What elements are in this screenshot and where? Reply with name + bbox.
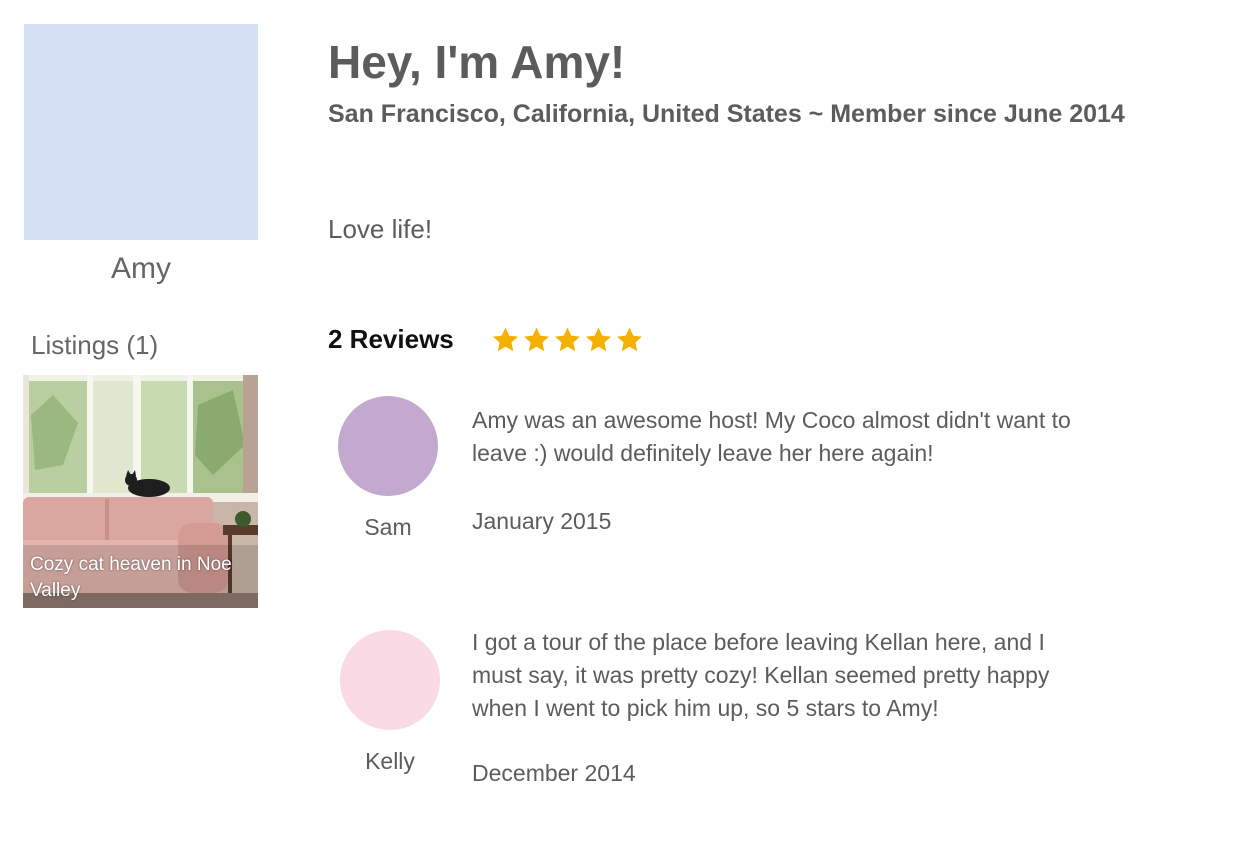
star-icon [524, 327, 549, 352]
reviewer-name[interactable]: Kelly [330, 746, 450, 776]
star-icon [586, 327, 611, 352]
star-icon [493, 327, 518, 352]
reviewer-avatar[interactable] [338, 396, 438, 496]
review-item: Kelly I got a tour of the place before l… [328, 626, 1228, 796]
listings-heading: Listings (1) [31, 330, 159, 360]
listing-card[interactable]: Cozy cat heaven in Noe Valley [23, 375, 258, 608]
star-icon [617, 327, 642, 352]
listing-title: Cozy cat heaven in Noe Valley [30, 554, 232, 601]
review-date: December 2014 [472, 760, 636, 786]
reviewer-avatar[interactable] [340, 630, 440, 730]
profile-photo [24, 24, 258, 240]
page-title: Hey, I'm Amy! [328, 36, 626, 88]
star-icon [555, 327, 580, 352]
host-name: Amy [111, 252, 171, 285]
bio-text: Love life! [328, 214, 433, 244]
review-text: I got a tour of the place before leaving… [472, 629, 1050, 721]
location-membership: San Francisco, California, United States… [328, 100, 1125, 128]
reviews-heading: 2 Reviews [328, 324, 454, 354]
rating-stars [491, 325, 644, 357]
review-date: January 2015 [472, 508, 612, 534]
review-text: Amy was an awesome host! My Coco almost … [472, 407, 1071, 466]
review-item: Sam Amy was an awesome host! My Coco alm… [328, 396, 1228, 556]
reviewer-name[interactable]: Sam [328, 512, 448, 542]
